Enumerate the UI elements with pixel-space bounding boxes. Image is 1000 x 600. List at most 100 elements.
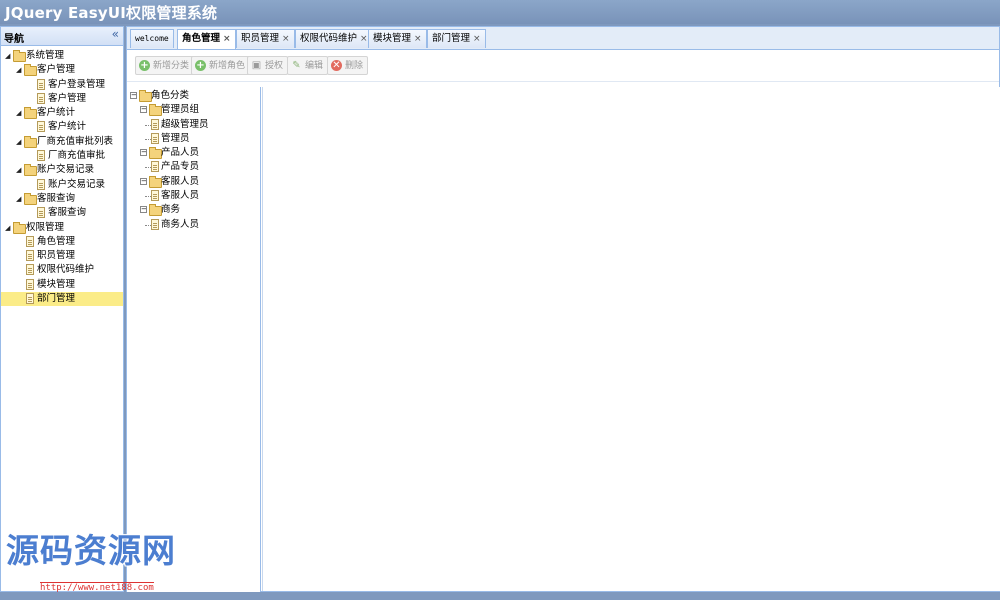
nav-item-label: 账户交易记录 xyxy=(48,178,106,190)
expand-arrow-icon[interactable]: ◢ xyxy=(5,49,10,63)
tab-2[interactable]: 职员管理 × xyxy=(236,29,295,48)
role-tree-label: 管理员 xyxy=(161,132,190,144)
nav-item[interactable]: ◢ 系统管理 xyxy=(1,49,123,63)
nav-item[interactable]: ◢ 客户管理 xyxy=(1,63,123,77)
nav-title: 导航 xyxy=(4,34,24,45)
nav-item[interactable]: ◢ 权限管理 xyxy=(1,221,123,235)
role-tree-label: 商务人员 xyxy=(161,218,200,230)
nav-item-label: 客服查询 xyxy=(48,207,87,219)
role-tree-item[interactable]: − 客服人员 xyxy=(127,175,260,189)
close-icon[interactable]: × xyxy=(223,30,231,48)
folder-icon xyxy=(24,64,37,77)
nav-item[interactable]: 客服查询 xyxy=(1,206,123,220)
tab-5[interactable]: 部门管理 × xyxy=(427,29,486,48)
tab-0[interactable]: welcome xyxy=(130,29,174,48)
nav-item[interactable]: ◢ 客服查询 xyxy=(1,192,123,206)
collapse-toggle-icon[interactable]: − xyxy=(140,149,147,157)
file-icon xyxy=(37,121,45,133)
tab-1[interactable]: 角色管理 × xyxy=(177,29,236,49)
file-icon xyxy=(37,178,45,190)
close-icon[interactable]: × xyxy=(360,30,368,48)
close-icon[interactable]: × xyxy=(473,30,481,48)
tab-4[interactable]: 模块管理 × xyxy=(368,29,427,48)
nav-item[interactable]: 权限代码维护 xyxy=(1,263,123,277)
file-icon xyxy=(37,207,45,219)
file-icon xyxy=(37,78,45,90)
nav-item-label: 职员管理 xyxy=(37,250,76,262)
nav-item[interactable]: 账户交易记录 xyxy=(1,178,123,192)
nav-item-label: 客户统计 xyxy=(48,121,87,133)
file-icon xyxy=(151,132,159,144)
expand-arrow-icon[interactable]: ◢ xyxy=(16,163,21,177)
collapse-toggle-icon[interactable]: − xyxy=(140,206,147,214)
expand-arrow-icon[interactable]: ◢ xyxy=(16,106,21,120)
role-tree-item[interactable]: 产品专员 xyxy=(127,160,260,174)
role-tree-item[interactable]: − 管理员组 xyxy=(127,103,260,117)
nav-item-label: 客户统计 xyxy=(37,107,76,119)
nav-item[interactable]: 厂商充值审批 xyxy=(1,149,123,163)
file-icon xyxy=(26,235,34,247)
collapse-toggle-icon[interactable]: − xyxy=(140,177,147,185)
toolbar-button-label: 新增分类 xyxy=(153,61,190,71)
role-tree-item[interactable]: 客服人员 xyxy=(127,189,260,203)
toolbar-button-2[interactable]: ▣ 授权 xyxy=(247,56,289,75)
role-tree-item[interactable]: − 产品人员 xyxy=(127,146,260,160)
tab-label: 职员管理 xyxy=(241,33,280,44)
role-tree-item[interactable]: 商务人员 xyxy=(127,218,260,232)
content-pane xyxy=(262,87,1000,591)
collapse-icon[interactable]: « xyxy=(112,27,119,41)
nav-item-label: 客服查询 xyxy=(37,192,76,204)
nav-item[interactable]: 职员管理 xyxy=(1,249,123,263)
toolbar-button-3[interactable]: ✎ 编辑 xyxy=(287,56,329,75)
file-icon xyxy=(151,118,159,130)
add-icon: + xyxy=(195,60,206,71)
toolbar-button-0[interactable]: + 新增分类 xyxy=(135,56,195,75)
main-panel: welcome 角色管理 × 职员管理 × 权限代码维护 × 模块管理 × 部门管理 × + 新增分类… xyxy=(126,26,1000,593)
nav-item[interactable]: 模块管理 xyxy=(1,278,123,292)
nav-item-label: 客户管理 xyxy=(37,64,76,76)
folder-icon xyxy=(24,135,37,148)
folder-icon xyxy=(24,164,37,177)
close-icon[interactable]: × xyxy=(414,30,422,48)
nav-item[interactable]: ◢ 客户统计 xyxy=(1,106,123,120)
toolbar-button-1[interactable]: + 新增角色 xyxy=(191,56,251,75)
nav-item[interactable]: 客户登录管理 xyxy=(1,78,123,92)
nav-panel: 导航 « ◢ 系统管理 ◢ 客户管理 客户登录管理 客户管理 ◢ 客户统计 客户统计 ◢ 厂商充值审… xyxy=(0,26,124,592)
toolbar: + 新增分类 + 新增角色 ▣ 授权 ✎ 编辑 ✕ 删除 xyxy=(127,51,999,82)
role-tree-item[interactable]: 管理员 xyxy=(127,132,260,146)
expand-arrow-icon[interactable]: ◢ xyxy=(5,221,10,235)
nav-item[interactable]: 角色管理 xyxy=(1,235,123,249)
nav-item-label: 系统管理 xyxy=(26,50,65,61)
role-tree-item[interactable]: − 商务 xyxy=(127,203,260,217)
nav-item[interactable]: ◢ 账户交易记录 xyxy=(1,163,123,177)
nav-item-label: 部门管理 xyxy=(37,293,76,305)
folder-icon xyxy=(24,107,37,120)
toolbar-button-label: 编辑 xyxy=(305,61,324,71)
role-tree-item[interactable]: 超级管理员 xyxy=(127,118,260,132)
delete-icon: ✕ xyxy=(331,60,342,71)
nav-item[interactable]: 客户管理 xyxy=(1,92,123,106)
nav-item[interactable]: 客户统计 xyxy=(1,120,123,134)
expand-arrow-icon[interactable]: ◢ xyxy=(16,135,21,149)
nav-item-label: 厂商充值审批列表 xyxy=(37,135,114,147)
nav-item-label: 模块管理 xyxy=(37,278,76,290)
tab-label: 权限代码维护 xyxy=(300,33,358,44)
expand-arrow-icon[interactable]: ◢ xyxy=(16,63,21,77)
role-tree-item[interactable]: − 角色分类 xyxy=(127,89,260,103)
folder-icon xyxy=(24,192,37,205)
toolbar-button-4[interactable]: ✕ 删除 xyxy=(327,56,369,75)
app-header: JQuery EasyUI权限管理系统 xyxy=(0,0,1000,24)
file-icon xyxy=(26,250,34,262)
nav-item-label: 客户登录管理 xyxy=(48,78,106,90)
toolbar-button-label: 新增角色 xyxy=(209,61,246,71)
add-icon: + xyxy=(139,60,150,71)
toolbar-button-label: 授权 xyxy=(265,61,284,71)
tab-3[interactable]: 权限代码维护 × xyxy=(295,29,373,48)
expand-arrow-icon[interactable]: ◢ xyxy=(16,192,21,206)
nav-item[interactable]: ◢ 厂商充值审批列表 xyxy=(1,135,123,149)
nav-item[interactable]: 部门管理 xyxy=(1,292,123,307)
role-tree-label: 产品专员 xyxy=(161,161,200,173)
close-icon[interactable]: × xyxy=(282,30,290,48)
collapse-toggle-icon[interactable]: − xyxy=(140,106,147,114)
collapse-toggle-icon[interactable]: − xyxy=(130,92,137,99)
